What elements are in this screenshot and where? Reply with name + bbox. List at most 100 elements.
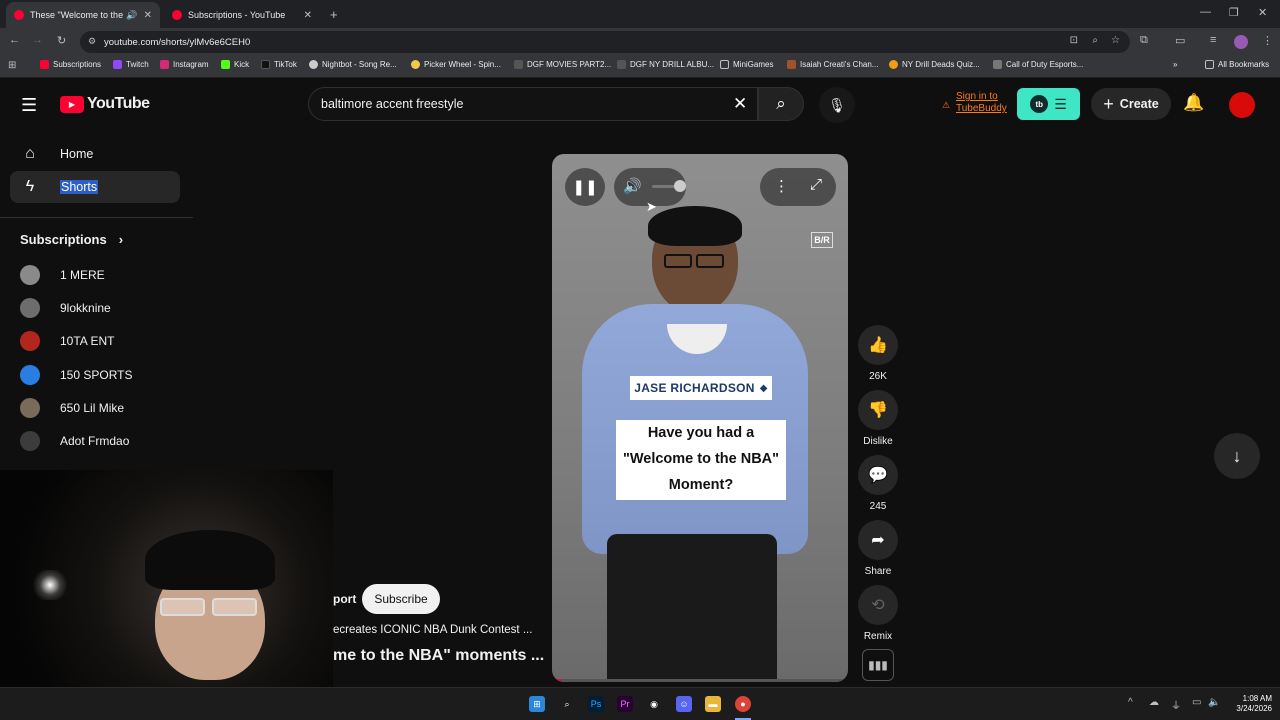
restore-icon[interactable]: ❐ (1229, 6, 1239, 19)
taskbar-search-icon[interactable]: ⌕ (559, 696, 575, 712)
chrome-icon[interactable]: ● (735, 696, 751, 712)
clock-time: 1:08 AM (1242, 694, 1272, 703)
share-action[interactable]: ➦ Share (858, 520, 898, 577)
subscription-item[interactable]: 10TA ENT (20, 329, 114, 353)
create-button[interactable]: + Create (1091, 88, 1171, 120)
menu-kebab-icon[interactable]: ⋮ (1262, 34, 1273, 47)
all-bookmarks[interactable]: All Bookmarks (1205, 60, 1269, 69)
youtube-logo[interactable]: ▶ YouTube (60, 95, 150, 113)
reload-icon[interactable]: ↻ (57, 34, 66, 47)
short-title[interactable]: me to the NBA" moments ... (333, 647, 544, 665)
tray-overflow-icon[interactable]: ^ (1128, 697, 1133, 708)
bookmark-item[interactable]: MiniGames (720, 60, 773, 69)
discord-icon[interactable]: ☺ (676, 696, 692, 712)
file-explorer-icon[interactable]: ▬ (705, 696, 721, 712)
tab-close-icon[interactable]: ✕ (144, 10, 152, 21)
channel-name[interactable]: port (333, 592, 356, 606)
windows-start-icon[interactable]: ⊞ (529, 696, 545, 712)
profile-avatar[interactable] (1234, 35, 1248, 49)
extensions-icon[interactable]: ⧉ (1140, 34, 1148, 47)
onedrive-icon[interactable]: ☁ (1149, 697, 1159, 708)
zoom-icon[interactable]: ⌕ (1092, 35, 1098, 46)
pause-button[interactable]: ❚❚ (565, 168, 605, 206)
bookmark-label: DGF MOVIES PART2... (527, 60, 612, 69)
back-icon[interactable]: ← (9, 34, 20, 46)
address-bar[interactable]: ⚙ youtube.com/shorts/ylMv6e6CEH0 ☆ ⌕ ⊡ (80, 31, 1130, 53)
subscription-item[interactable]: 650 Lil Mike (20, 396, 124, 420)
subscribe-button[interactable]: Subscribe (362, 584, 440, 614)
shorts-player[interactable]: B/R JASE RICHARDSON ◆ Have you had a "We… (552, 154, 848, 682)
new-tab-icon[interactable]: + (330, 7, 338, 22)
browser-tab-bar: These "Welcome to the NBA 🔊 ✕ Subscripti… (0, 0, 1280, 28)
tab-subscriptions[interactable]: Subscriptions - YouTube ✕ (164, 2, 320, 28)
obs-icon[interactable]: ◉ (646, 696, 662, 712)
photoshop-icon[interactable]: Ps (588, 696, 604, 712)
progress-bar[interactable] (552, 679, 848, 682)
premiere-icon[interactable]: Pr (617, 696, 633, 712)
clear-search-icon[interactable]: ✕ (733, 94, 747, 114)
bookmark-item[interactable]: Nightbot - Song Re... (309, 60, 397, 69)
tab-audio-icon[interactable]: 🔊 (126, 10, 137, 21)
remix-action[interactable]: ⟲ Remix (858, 585, 898, 642)
comments-action[interactable]: 💬 245 (858, 455, 898, 512)
bookmark-item[interactable]: Subscriptions (40, 60, 101, 69)
subscription-item[interactable]: 9lokknine (20, 296, 111, 320)
bookmark-item[interactable]: DGF NY DRILL ALBU... (617, 60, 714, 69)
like-action[interactable]: 👍 26K (858, 325, 898, 382)
search-input[interactable]: baltimore accent freestyle ✕ (308, 87, 758, 121)
sidebar-item-home[interactable]: ⌂ Home (10, 138, 180, 170)
thumbs-down-icon: 👎 (858, 390, 898, 430)
subscriptions-header[interactable]: Subscriptions › (20, 232, 123, 247)
search-button[interactable]: ⌕ (758, 87, 804, 121)
voice-search-button[interactable]: 🎙 (819, 87, 855, 123)
bookmark-item[interactable]: NY Drill Deads Quiz... (889, 60, 980, 69)
bookmark-item[interactable]: DGF MOVIES PART2... (514, 60, 611, 69)
webcam-glasses-right (212, 598, 257, 616)
bookmark-item[interactable]: Isaiah Creati's Chan... (787, 60, 878, 69)
install-app-icon[interactable]: ⊡ (1070, 35, 1078, 46)
notifications-bell-icon[interactable]: 🔔 (1183, 93, 1204, 113)
apps-grid-icon[interactable]: ⊞ (8, 60, 16, 71)
bookmark-item[interactable]: Twitch (113, 60, 149, 69)
bookmarks-overflow-icon[interactable]: » (1173, 60, 1177, 69)
caption-line: "Welcome to the NBA" (622, 451, 780, 467)
tab-close-icon[interactable]: ✕ (304, 10, 312, 21)
subscription-label: 9lokknine (60, 301, 111, 315)
dislike-action[interactable]: 👎 Dislike (858, 390, 898, 447)
tubebuddy-button[interactable]: tb ☰ (1017, 88, 1080, 120)
tab-active[interactable]: These "Welcome to the NBA 🔊 ✕ (6, 2, 160, 28)
next-short-button[interactable]: ↓ (1214, 433, 1260, 479)
account-avatar[interactable] (1229, 92, 1255, 118)
bookmark-star-icon[interactable]: ☆ (1111, 35, 1120, 46)
minimize-icon[interactable]: — (1200, 6, 1211, 18)
short-description[interactable]: ecreates ICONIC NBA Dunk Contest ... (333, 624, 532, 636)
usb-icon[interactable]: ⏚ (1171, 697, 1181, 712)
subscription-item[interactable]: Adot Frmdao (20, 429, 129, 453)
sidebar-divider (0, 217, 193, 218)
subscription-item[interactable]: 1 MERE (20, 263, 105, 287)
bookmark-item[interactable]: Instagram (160, 60, 209, 69)
sidepanel-icon[interactable]: ▭ (1175, 34, 1185, 47)
tubebuddy-signin-link[interactable]: ⚠ Sign in to TubeBuddy (942, 91, 1012, 115)
bookmark-item[interactable]: Call of Duty Esports... (993, 60, 1083, 69)
sidebar-item-shorts[interactable]: ϟ Shorts (10, 171, 180, 203)
site-info-icon[interactable]: ⚙ (88, 36, 96, 47)
close-window-icon[interactable]: ✕ (1258, 6, 1267, 19)
bookmark-item[interactable]: TikTok (261, 60, 297, 69)
folder-icon (1205, 60, 1214, 69)
sound-button[interactable]: ▮▮▮ (862, 649, 894, 681)
subscription-item[interactable]: 150 SPORTS (20, 363, 132, 387)
microphone-icon: 🎙 (828, 96, 846, 113)
forward-icon[interactable]: → (32, 34, 43, 46)
speaker-icon[interactable]: 🔈 (1208, 697, 1220, 708)
network-icon[interactable]: ▭ (1192, 697, 1201, 708)
fullscreen-icon[interactable]: ⤢ (810, 176, 822, 193)
bookmark-item[interactable]: Kick (221, 60, 249, 69)
media-controls-icon[interactable]: ≡ (1210, 34, 1216, 46)
hamburger-menu-icon[interactable]: ☰ (21, 95, 37, 116)
more-options-icon[interactable]: ⋮ (774, 177, 789, 195)
bookmark-item[interactable]: Picker Wheel - Spin... (411, 60, 501, 69)
system-clock[interactable]: 1:08 AM 3/24/2026 (1228, 694, 1272, 714)
youtube-icon (40, 60, 49, 69)
volume-slider-handle[interactable] (674, 180, 686, 192)
